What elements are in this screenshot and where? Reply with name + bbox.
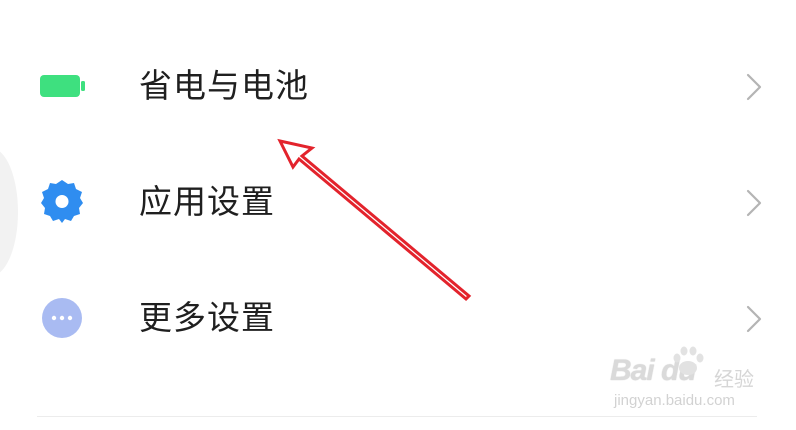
watermark-url: jingyan.baidu.com [614, 392, 735, 409]
baidu-jingyan-watermark: Bai du 经验 jingyan.baidu.com [610, 344, 770, 414]
paw-icon [673, 346, 704, 375]
chevron-right-icon [746, 189, 762, 217]
chevron-right-icon [746, 305, 762, 333]
gear-icon [41, 180, 83, 223]
battery-icon [40, 75, 85, 97]
chevron-right-icon [746, 73, 762, 101]
more-dots-icon [42, 298, 82, 338]
divider [37, 416, 757, 417]
settings-item-label: 省电与电池 [139, 66, 309, 105]
settings-item-label: 更多设置 [139, 298, 275, 337]
settings-item-label: 应用设置 [139, 182, 275, 221]
watermark-sub: 经验 [714, 367, 754, 391]
settings-item-battery[interactable]: 省电与电池 [0, 36, 796, 136]
settings-item-app-settings[interactable]: 应用设置 [0, 152, 796, 252]
